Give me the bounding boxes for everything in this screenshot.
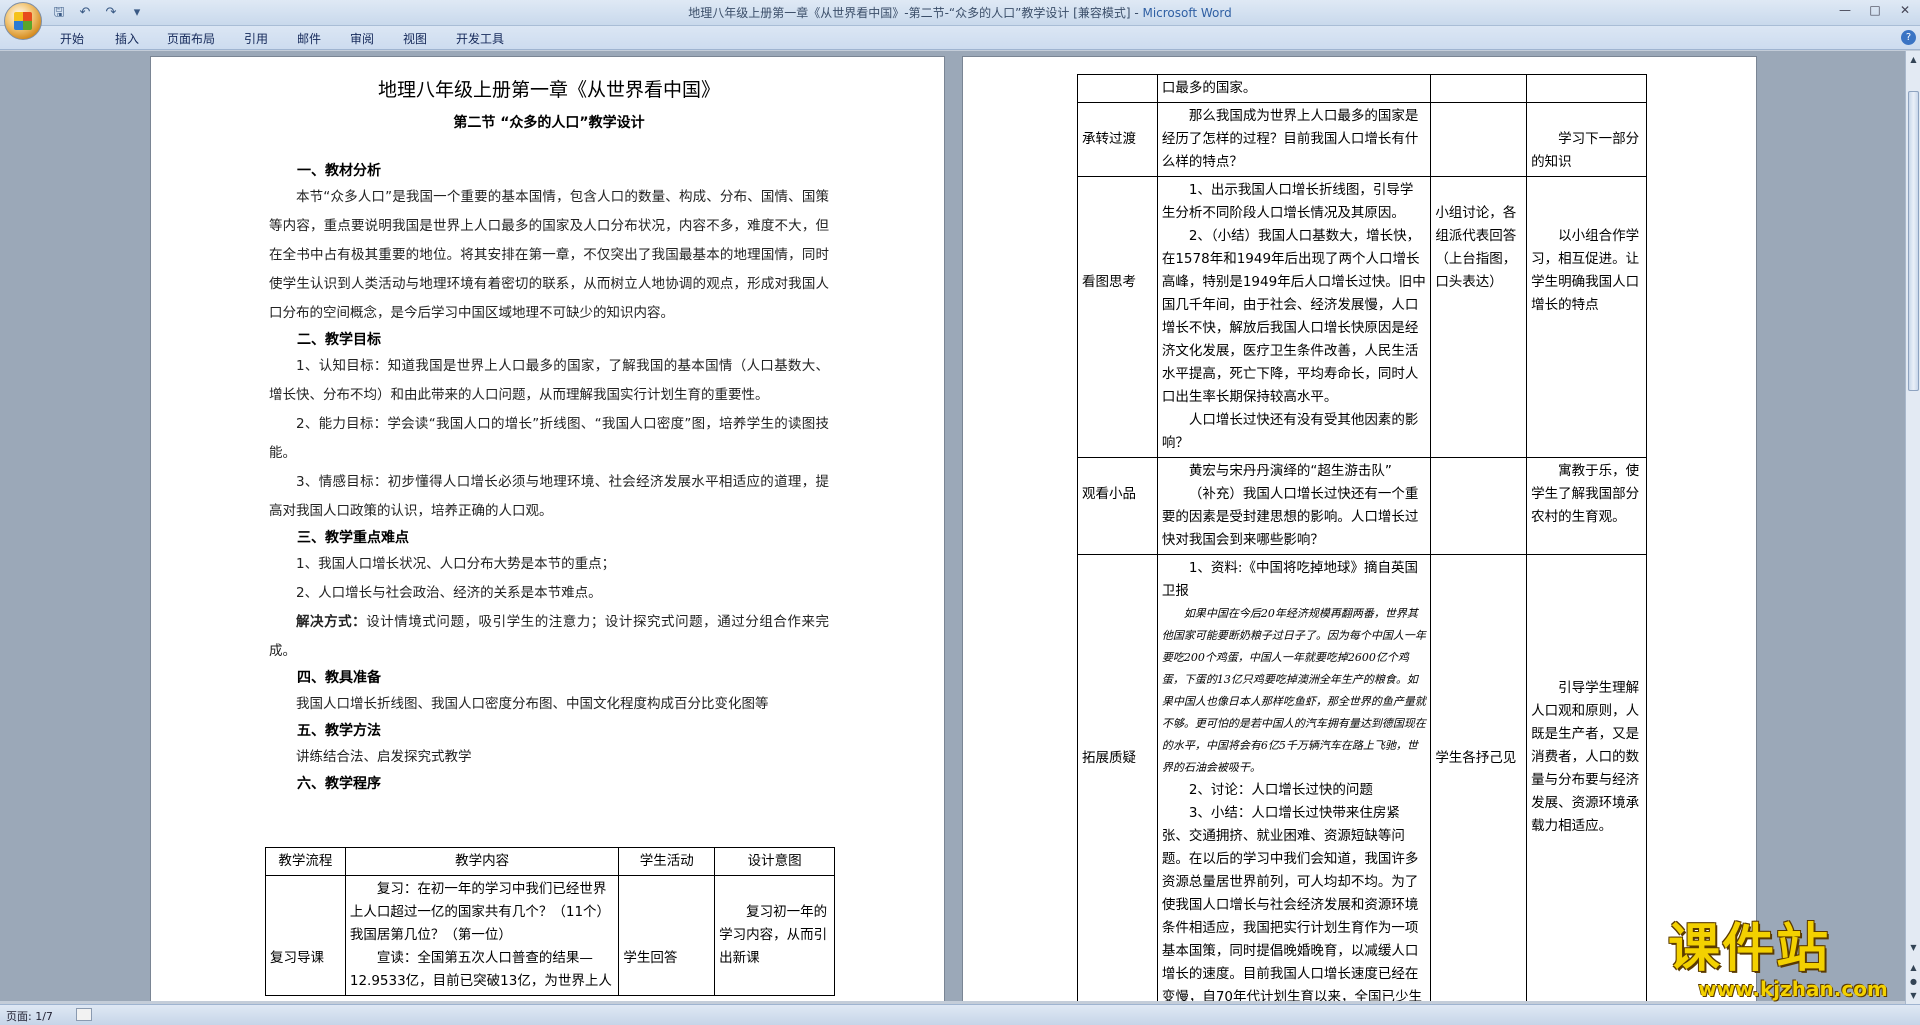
- watermark-logo: 课件站 www.kjzhan.com: [1668, 919, 1888, 1001]
- paragraph: 2、人口增长与社会政治、经济的关系是本节难点。: [296, 585, 602, 601]
- header-cell: 设计意图: [714, 847, 835, 876]
- window-title: 地理八年级上册第一章《从世界看中国》-第二节-“众多的人口”教学设计 [兼容模式…: [688, 6, 1232, 20]
- activity-cell: [1430, 102, 1528, 177]
- flow-cell: 观看小品: [1077, 457, 1158, 555]
- scroll-up-icon[interactable]: ▲: [1907, 53, 1920, 67]
- section-heading: 五、教学方法: [297, 723, 381, 739]
- table-row: 承转过渡 那么我国成为世界上人口最多的国家是经历了怎样的过程？目前我国人口增长有…: [1077, 102, 1647, 177]
- minimize-icon[interactable]: —: [1830, 0, 1860, 20]
- paragraph: 讲练结合法、启发探究式教学: [296, 749, 472, 765]
- page1-body: 地理八年级上册第一章《从世界看中国》 第二节 “众多的人口”教学设计 一、教材分…: [269, 57, 829, 796]
- table-header-row: 教学流程 教学内容 学生活动 设计意图: [265, 847, 835, 876]
- flow-cell: 承转过渡: [1077, 102, 1158, 177]
- quoted-material: 如果中国在今后20年经济规模再翻两番，世界其他国家可能要断奶粮子过日子了。因为每…: [1161, 607, 1426, 774]
- tab-references[interactable]: 引用: [244, 30, 268, 47]
- page-counter[interactable]: 页面: 1/7: [6, 1008, 53, 1024]
- section-heading: 二、教学目标: [297, 332, 381, 348]
- close-icon[interactable]: ✕: [1890, 0, 1920, 20]
- office-button[interactable]: [4, 2, 42, 40]
- help-icon[interactable]: ?: [1901, 30, 1916, 45]
- table-row: 观看小品 黄宏与宋丹丹演绎的“超生游击队” （补充）我国人口增长过快还有一个重要…: [1077, 457, 1647, 555]
- intent-cell: 以小组合作学习，相互促进。让学生明确我国人口增长的特点: [1526, 176, 1647, 458]
- content-cell: 1、资料:《中国将吃掉地球》摘自英国卫报 如果中国在今后20年经济规模再翻两番，…: [1156, 554, 1432, 1001]
- scroll-thumb[interactable]: [1908, 91, 1919, 391]
- paragraph: 1、我国人口增长状况、人口分布大势是本节的重点；: [296, 556, 616, 572]
- tab-mailings[interactable]: 邮件: [297, 30, 321, 47]
- header-cell: 教学流程: [265, 847, 346, 876]
- flow-cell: [1077, 74, 1158, 103]
- tab-home[interactable]: 开始: [60, 30, 84, 47]
- maximize-icon[interactable]: □: [1860, 0, 1890, 20]
- paragraph: 3、情感目标：初步懂得人口增长必须与地理环境、社会经济发展水平相适应的道理，提高…: [269, 474, 829, 519]
- flow-cell: 看图思考: [1077, 176, 1158, 458]
- tab-view[interactable]: 视图: [403, 30, 427, 47]
- table-row: 口最多的国家。: [1077, 74, 1647, 103]
- flow-cell: 复习导课: [265, 875, 346, 996]
- intent-cell: 复习初一年的学习内容，从而引出新课: [714, 875, 835, 996]
- content-cell: 黄宏与宋丹丹演绎的“超生游击队” （补充）我国人口增长过快还有一个重要的因素是受…: [1156, 457, 1432, 555]
- solve-label: 解决方式：: [296, 614, 367, 630]
- section-heading: 四、教具准备: [297, 670, 381, 686]
- flow-cell: 拓展质疑: [1077, 554, 1158, 1001]
- section-heading: 三、教学重点难点: [297, 530, 409, 546]
- activity-cell: 学生各抒己见: [1430, 554, 1528, 1001]
- section-heading: 六、教学程序: [297, 776, 381, 792]
- vertical-scrollbar[interactable]: ▲ ▼ ▲ ● ▼: [1905, 51, 1920, 1004]
- paragraph: 我国人口增长折线图、我国人口密度分布图、中国文化程度构成百分比变化图等: [296, 696, 769, 712]
- office-logo-icon: [14, 12, 32, 30]
- tab-developer[interactable]: 开发工具: [456, 30, 504, 47]
- paragraph: 1、认知目标：知道我国是世界上人口最多的国家，了解我国的基本国情（人口基数大、增…: [269, 358, 829, 403]
- lesson-table-page2: 口最多的国家。 承转过渡 那么我国成为世界上人口最多的国家是经历了怎样的过程？目…: [1077, 74, 1647, 1001]
- spelling-check-icon[interactable]: [76, 1008, 92, 1021]
- header-cell: 学生活动: [618, 847, 716, 876]
- content-cell: 复习：在初一年的学习中我们已经世界上人口超过一亿的国家共有几个？（11个）我国居…: [344, 875, 620, 996]
- tab-review[interactable]: 审阅: [350, 30, 374, 47]
- title-bar: 🖫 ↶ ↷ ▾ 地理八年级上册第一章《从世界看中国》-第二节-“众多的人口”教学…: [0, 0, 1920, 40]
- ribbon-tabs: 开始 插入 页面布局 引用 邮件 审阅 视图 开发工具 ?: [0, 26, 1920, 50]
- intent-cell: 引导学生理解人口观和原则，人既是生产者，又是消费者，人口的数量与分布要与经济发展…: [1526, 554, 1647, 1001]
- table-row: 复习导课 复习：在初一年的学习中我们已经世界上人口超过一亿的国家共有几个？（11…: [265, 875, 835, 996]
- content-cell: 1、出示我国人口增长折线图，引导学生分析不同阶段人口增长情况及其原因。 2、（小…: [1156, 176, 1432, 458]
- lesson-table-page1: 教学流程 教学内容 学生活动 设计意图 复习导课 复习：在初一年的学习中我们已经…: [265, 847, 835, 996]
- paragraph: 2、能力目标：学会读“我国人口的增长”折线图、“我国人口密度”图，培养学生的读图…: [269, 416, 829, 461]
- document-page-1[interactable]: 地理八年级上册第一章《从世界看中国》 第二节 “众多的人口”教学设计 一、教材分…: [150, 56, 945, 1001]
- activity-cell: 学生回答: [618, 875, 716, 996]
- content-cell: 口最多的国家。: [1156, 74, 1432, 103]
- intent-cell: 学习下一部分的知识: [1526, 102, 1647, 177]
- document-area[interactable]: 地理八年级上册第一章《从世界看中国》 第二节 “众多的人口”教学设计 一、教材分…: [0, 51, 1905, 1001]
- paragraph: 解决方式：设计情境式问题，吸引学生的注意力；设计探究式问题，通过分组合作来完成。: [269, 608, 829, 666]
- document-title: 地理八年级上册第一章《从世界看中国》: [377, 79, 720, 101]
- activity-cell: [1430, 457, 1528, 555]
- window-controls: — □ ✕: [1830, 0, 1920, 20]
- table-row: 看图思考 1、出示我国人口增长折线图，引导学生分析不同阶段人口增长情况及其原因。…: [1077, 176, 1647, 458]
- intent-cell: [1526, 74, 1647, 103]
- document-page-2[interactable]: 口最多的国家。 承转过渡 那么我国成为世界上人口最多的国家是经历了怎样的过程？目…: [962, 56, 1757, 1001]
- tab-page-layout[interactable]: 页面布局: [167, 30, 215, 47]
- tab-insert[interactable]: 插入: [115, 30, 139, 47]
- table-row: 拓展质疑 1、资料:《中国将吃掉地球》摘自英国卫报 如果中国在今后20年经济规模…: [1077, 554, 1647, 1001]
- content-cell: 那么我国成为世界上人口最多的国家是经历了怎样的过程？目前我国人口增长有什么样的特…: [1156, 102, 1432, 177]
- paragraph: 本节“众多人口”是我国一个重要的基本国情，包含人口的数量、构成、分布、国情、国策…: [269, 189, 829, 321]
- document-subtitle: 第二节 “众多的人口”教学设计: [453, 115, 645, 131]
- section-heading: 一、教材分析: [297, 163, 381, 179]
- header-cell: 教学内容: [344, 847, 620, 876]
- activity-cell: 小组讨论，各组派代表回答（上台指图，口头表达）: [1430, 176, 1528, 458]
- activity-cell: [1430, 74, 1528, 103]
- status-bar: 页面: 1/7: [0, 1004, 1920, 1025]
- intent-cell: 寓教于乐，使学生了解我国部分农村的生育观。: [1526, 457, 1647, 555]
